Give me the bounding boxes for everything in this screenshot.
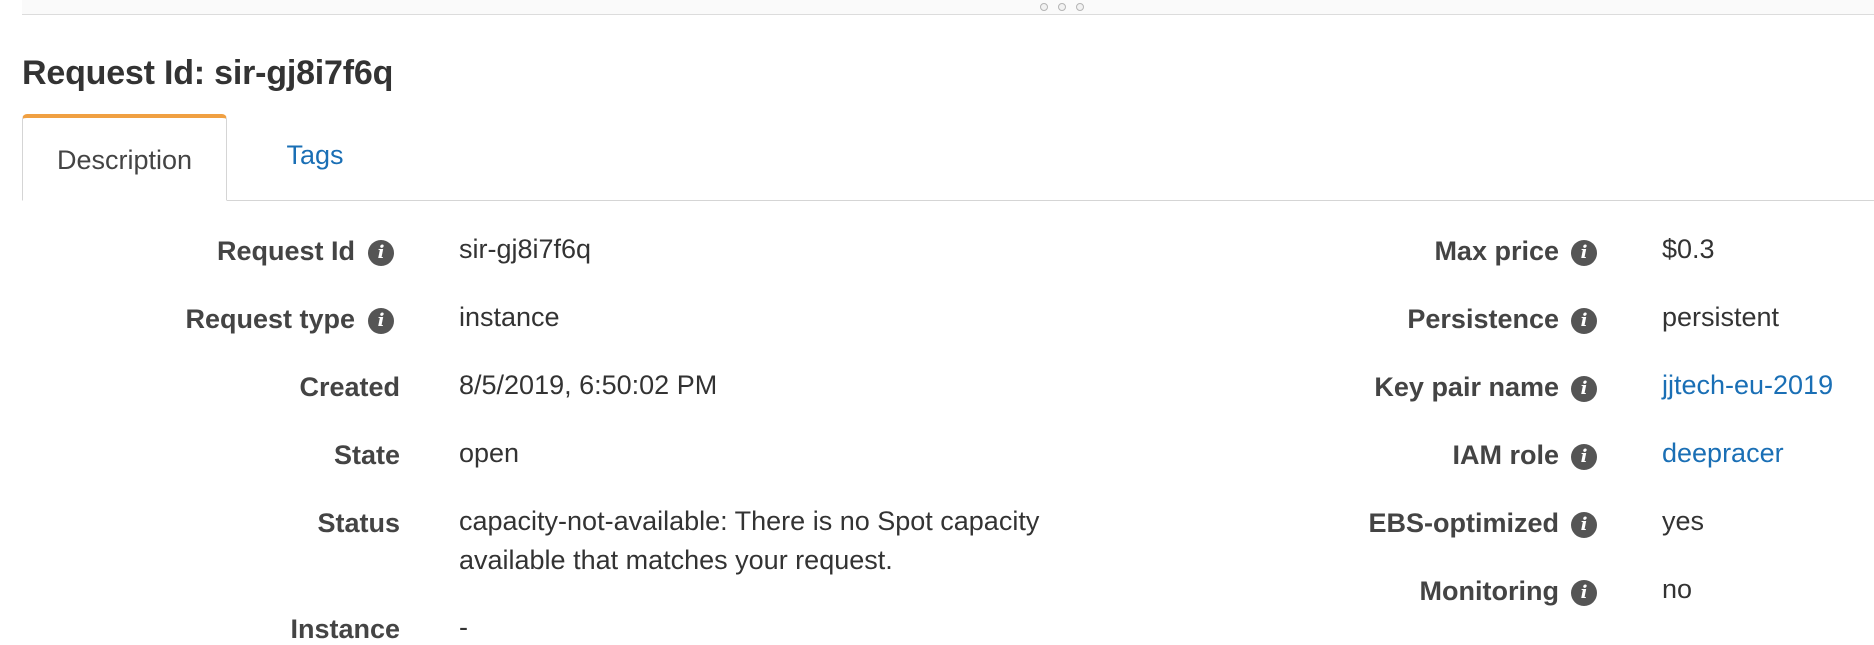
detail-label: Monitoring	[1419, 576, 1559, 606]
info-icon[interactable]: i	[1571, 444, 1597, 470]
detail-label: Max price	[1434, 236, 1559, 266]
detail-label: EBS-optimized	[1368, 508, 1559, 538]
detail-value: $0.3	[1662, 234, 1715, 264]
tab-tags[interactable]: Tags	[260, 114, 370, 200]
detail-value: 8/5/2019, 6:50:02 PM	[459, 370, 718, 400]
info-icon[interactable]: i	[368, 240, 394, 266]
detail-label: Instance	[290, 614, 400, 644]
detail-value: instance	[459, 302, 560, 332]
detail-label: Request type	[185, 304, 355, 334]
detail-value: -	[459, 612, 468, 642]
info-icon[interactable]: i	[1571, 376, 1597, 402]
info-icon[interactable]: i	[368, 308, 394, 334]
detail-label: IAM role	[1452, 440, 1559, 470]
info-icon[interactable]: i	[1571, 240, 1597, 266]
page-title: Request Id: sir-gj8i7f6q	[22, 54, 394, 92]
panel-resize-bar[interactable]	[22, 0, 1874, 15]
detail-value: persistent	[1662, 302, 1780, 332]
detail-label: Status	[317, 508, 400, 538]
detail-label: Created	[299, 372, 400, 402]
detail-value: yes	[1662, 506, 1705, 536]
detail-value: open	[459, 438, 520, 468]
detail-value: sir-gj8i7f6q	[459, 234, 592, 264]
info-icon[interactable]: i	[1571, 308, 1597, 334]
detail-value: no	[1662, 574, 1693, 604]
tab-strip: Description Tags	[22, 114, 1874, 201]
info-icon[interactable]: i	[1571, 512, 1597, 538]
tab-description[interactable]: Description	[22, 114, 227, 201]
detail-label: Request Id	[216, 236, 355, 266]
resize-dot-icon	[1076, 3, 1084, 11]
detail-label: Persistence	[1407, 304, 1559, 334]
detail-label: Key pair name	[1374, 372, 1559, 402]
resize-dot-icon	[1058, 3, 1066, 11]
info-icon[interactable]: i	[1571, 580, 1597, 606]
key-pair-link[interactable]: jjtech-eu-2019	[1662, 370, 1833, 401]
detail-value: capacity-not-available: There is no Spot…	[459, 506, 1040, 575]
resize-dot-icon	[1040, 3, 1048, 11]
detail-label: State	[333, 440, 400, 470]
iam-role-link[interactable]: deepracer	[1662, 438, 1784, 469]
resize-handle[interactable]	[1040, 0, 1084, 14]
